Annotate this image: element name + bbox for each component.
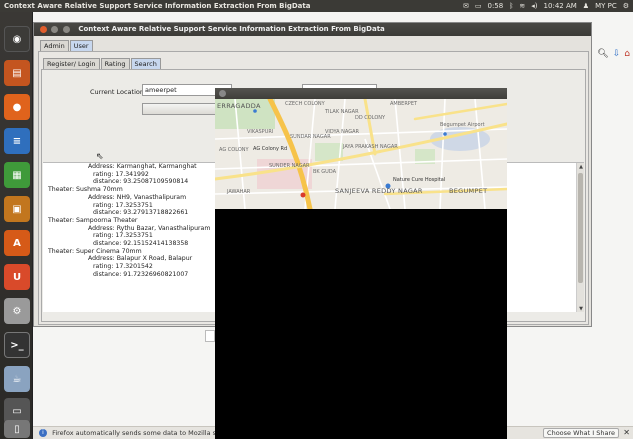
tab-register-login[interactable]: Register/ Login: [43, 58, 100, 69]
mouse-cursor-icon: ⇖: [96, 152, 104, 162]
tab-rating[interactable]: Rating: [100, 58, 130, 69]
trash-icon[interactable]: ▯: [4, 420, 30, 438]
terminal-icon[interactable]: >_: [4, 332, 30, 358]
launcher: ◉ ▤ ● ≡ ▦ ▣ A U ⚙ >_ ☕ ▭ ▯: [0, 12, 33, 439]
tab-search[interactable]: Search: [130, 58, 161, 69]
scrollbar-thumb[interactable]: [578, 173, 583, 283]
results-scrollbar[interactable]: ▲ ▼: [576, 163, 584, 312]
map-label-dd-colony: DD COLONY: [355, 115, 386, 121]
map-label-sunder-nagar: SUNDER NAGAR: [269, 163, 310, 169]
firefox-toolbar: 🔍︎ ⇩ ⌂: [589, 49, 633, 63]
scroll-down-icon[interactable]: ▼: [577, 305, 584, 312]
home-icon[interactable]: ⌂: [624, 49, 630, 63]
map-label-bk-guda: BK GUDA: [313, 169, 337, 175]
map-label-erragadda: ERRAGADDA: [217, 102, 261, 110]
tab-user[interactable]: User: [69, 40, 93, 51]
battery-time: 0:58: [487, 2, 504, 10]
map-view[interactable]: ERRAGADDA CZECH COLONY TILAK NAGAR AMBER…: [215, 99, 507, 209]
download-icon[interactable]: ⇩: [613, 49, 621, 63]
close-window-icon[interactable]: [40, 25, 47, 33]
map-label-begumpet: BEGUMPET: [449, 187, 488, 195]
info-icon: i: [39, 429, 47, 437]
map-label-tilak-nagar: TILAK NAGAR: [325, 109, 359, 115]
top-panel: Context Aware Relative Support Service I…: [0, 0, 633, 12]
java-icon[interactable]: ☕: [4, 366, 30, 392]
system-settings-icon[interactable]: ⚙: [4, 298, 30, 324]
minimize-window-icon[interactable]: [51, 25, 59, 33]
map-close-icon[interactable]: [219, 90, 226, 97]
map-label-jawahar: JAWAHAR: [227, 189, 251, 195]
outer-tab-bar: Admin User: [40, 40, 94, 51]
map-label-ag-colony-rd: AG Colony Rd: [253, 146, 288, 152]
map-window: ERRAGADDA CZECH COLONY TILAK NAGAR AMBER…: [215, 88, 507, 439]
map-label-vidya-nagar: VIDYA NAGAR: [325, 129, 359, 135]
volume-icon[interactable]: ◂): [531, 0, 537, 12]
software-center-icon[interactable]: A: [4, 230, 30, 256]
wifi-icon[interactable]: ≋: [519, 0, 525, 12]
map-label-jaya-prakash-nagar: JAYA PRAKASH NAGAR: [343, 144, 398, 150]
window-title: Context Aware Relative Support Service I…: [4, 2, 311, 10]
tab-admin[interactable]: Admin: [40, 40, 69, 51]
small-panel: [205, 330, 215, 342]
map-label-nature-cure-hospital: Nature Cure Hospital: [393, 177, 446, 183]
inner-tab-bar: Register/ Login Rating Search: [43, 58, 162, 69]
dash-home-icon[interactable]: ◉: [4, 26, 30, 52]
scroll-up-icon[interactable]: ▲: [577, 163, 584, 171]
notification-text: Firefox automatically sends some data to…: [52, 429, 225, 437]
settings-gear-icon[interactable]: ⚙: [623, 0, 629, 12]
clock[interactable]: 10:42 AM: [544, 0, 577, 12]
map-label-sanjeeva-reddy-nagar: SANJEEVA REDDY NAGAR: [335, 187, 423, 195]
choose-what-i-share-button[interactable]: Choose What I Share: [543, 428, 619, 438]
user-name[interactable]: MY PC: [595, 0, 617, 12]
maximize-window-icon[interactable]: [62, 25, 70, 33]
search-icon[interactable]: 🔍︎: [597, 49, 608, 63]
battery-icon[interactable]: ▭: [475, 0, 482, 12]
map-titlebar: [215, 88, 507, 99]
bluetooth-icon[interactable]: ᛒ: [509, 0, 513, 12]
map-unloaded-area: [215, 209, 507, 439]
ubuntu-one-icon[interactable]: U: [4, 264, 30, 290]
map-label-ag-colony: AG COLONY: [219, 147, 249, 153]
calc-icon[interactable]: ▦: [4, 162, 30, 188]
system-tray: ✉ ▭ 0:58 ᛒ ≋ ◂) 10:42 AM ♟ MY PC ⚙: [463, 0, 629, 12]
current-location-label: Current Location:: [90, 88, 147, 96]
firefox-icon[interactable]: ●: [4, 94, 30, 120]
close-icon[interactable]: ✕: [623, 427, 630, 439]
map-label-begumpet-airport: Begumpet Airport: [440, 122, 485, 128]
map-label-amberpet: AMBERPET: [390, 101, 418, 107]
app-titlebar: Context Aware Relative Support Service I…: [34, 23, 591, 36]
map-label-vikaspuri: VIKASPURI: [247, 129, 274, 135]
app-title: Context Aware Relative Support Service I…: [78, 25, 385, 33]
mail-icon[interactable]: ✉: [463, 0, 469, 12]
files-icon[interactable]: ▤: [4, 60, 30, 86]
impress-icon[interactable]: ▣: [4, 196, 30, 222]
user-icon[interactable]: ♟: [583, 0, 589, 12]
writer-icon[interactable]: ≡: [4, 128, 30, 154]
map-label-czech-colony: CZECH COLONY: [285, 101, 325, 107]
